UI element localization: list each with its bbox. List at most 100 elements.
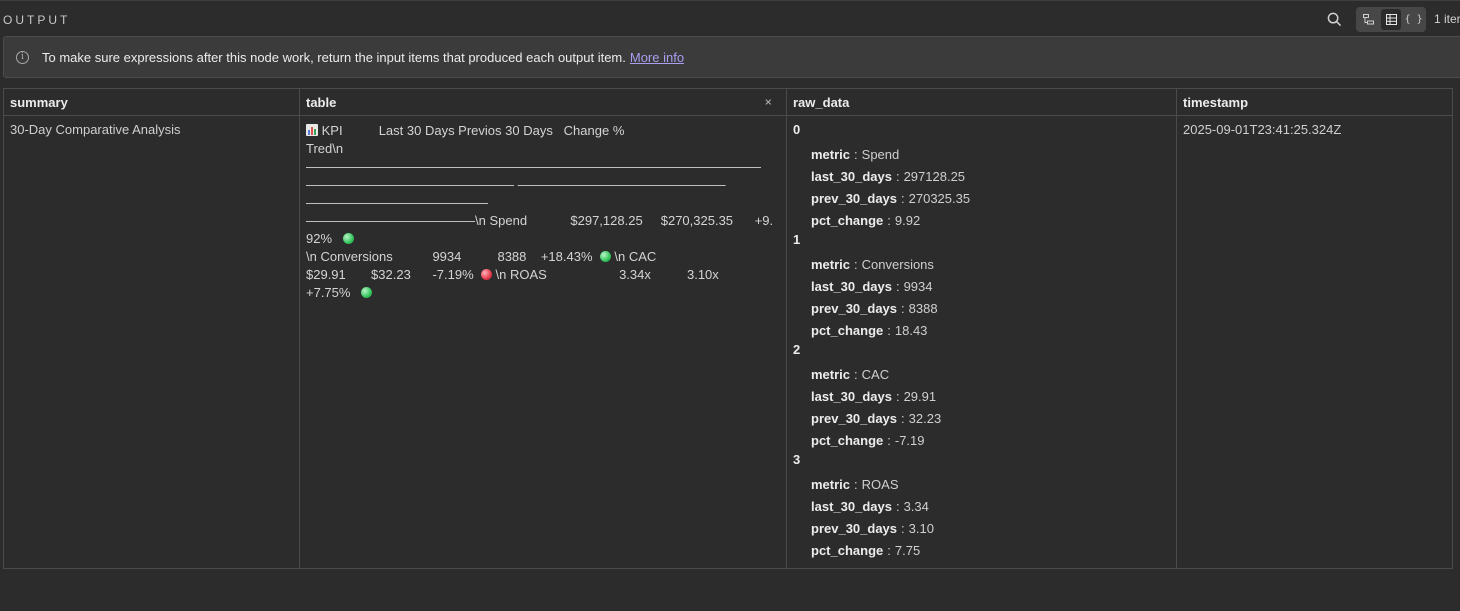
raw-data-value: 297128.25 [903,169,966,184]
raw-data-separator: : [854,367,858,382]
raw-data-key: last_30_days [811,499,892,514]
raw-data-separator: : [895,169,900,184]
raw-data-key: last_30_days [811,389,892,404]
raw-data-field-last-30-days: last_30_days:29.91 [793,386,1170,408]
raw-data-index: 2 [793,342,801,357]
raw-data-value: 8388 [908,301,938,316]
column-header-table[interactable]: table ⨯ [299,88,787,116]
raw-data-key: last_30_days [811,169,892,184]
raw-data-separator: : [895,499,900,514]
raw-data-field-last-30-days: last_30_days:297128.25 [793,166,1170,188]
table-line-cac: $29.91 $32.23 -7.19% [306,267,474,282]
raw-data-separator: : [887,433,891,448]
raw-data-value: 32.23 [908,411,942,426]
raw-data-value: Conversions [861,257,934,272]
panel-title: OUTPUT [3,13,71,27]
notice-message: To make sure expressions after this node… [42,49,626,65]
table-line-2: Tred\n——————————————————————————————————… [306,141,761,174]
raw-data-key: prev_30_days [811,411,898,426]
table-row: 30-Day Comparative Analysis KPI Last 30 … [3,115,1453,569]
raw-data-key: pct_change [811,213,884,228]
raw-data-separator: : [854,257,858,272]
column-header-table-label: table [306,94,337,110]
raw-data-index: 1 [793,232,801,247]
table-line-roas-change: +7.75% [306,285,351,300]
raw-data-separator: : [901,521,905,536]
raw-data-separator: : [854,477,858,492]
raw-data-key: metric [811,367,851,382]
raw-data-key: metric [811,477,851,492]
raw-data-separator: : [895,279,900,294]
output-table: summary table ⨯ raw_data timestamp 30-Da… [3,88,1453,569]
timestamp-value: 2025-09-01T23:41:25.324Z [1183,122,1342,137]
table-line-cac-label: \n CAC [614,249,657,264]
items-count: 1 iter [1434,12,1460,26]
table-line-3: ———————————————— ———————————————— ——————… [306,177,730,210]
raw-data-value: 29.91 [903,389,937,404]
raw-data-key: metric [811,257,851,272]
raw-data-value: CAC [861,367,890,382]
raw-data-field-prev-30-days: prev_30_days:3.10 [793,518,1170,540]
table-text: KPI Last 30 Days Previos 30 Days Change … [306,122,780,302]
raw-data-separator: : [887,213,891,228]
raw-data-value: 7.75 [894,543,921,558]
up-indicator-icon [342,233,354,244]
column-header-timestamp[interactable]: timestamp [1176,88,1453,116]
info-icon: i [16,50,29,64]
summary-cell[interactable]: 30-Day Comparative Analysis [3,115,300,569]
table-line-roas: \n ROAS 3.34x 3.10x [495,267,719,282]
json-view-button[interactable]: { } [1403,9,1424,30]
table-view-icon [1385,14,1397,25]
raw-data-field-metric: metric: Conversions [793,254,1170,276]
raw-data-key: prev_30_days [811,301,898,316]
raw-data-key: pct_change [811,433,884,448]
column-header-raw-data[interactable]: raw_data [786,88,1177,116]
raw-data-field-metric: metric: Spend [793,144,1170,166]
raw-data-field-pct-change: pct_change:18.43 [793,320,1170,342]
raw-data-separator: : [901,191,905,206]
raw-data-field-prev-30-days: prev_30_days:8388 [793,298,1170,320]
schema-view-button[interactable] [1358,9,1379,30]
raw-data-value: -7.19 [894,433,925,448]
raw-data-value: 3.10 [908,521,934,536]
table-header-line: KPI Last 30 Days Previos 30 Days Change … [321,123,625,138]
timestamp-cell[interactable]: 2025-09-01T23:41:25.324Z [1176,115,1453,569]
table-line-conversions: \n Conversions 9934 8388 +18.43% [306,249,593,264]
search-icon [1327,12,1341,26]
raw-data-key: prev_30_days [811,191,898,206]
up-indicator-icon [599,251,611,262]
raw-data-index: 0 [793,122,801,137]
raw-data-value: 18.43 [894,323,928,338]
raw-data-separator: : [901,411,905,426]
raw-data-field-pct-change: pct_change:7.75 [793,540,1170,562]
up-indicator-icon [361,287,373,298]
column-header-summary[interactable]: summary [3,88,300,116]
raw-data-key: last_30_days [811,279,892,294]
raw-data-separator: : [887,323,891,338]
bar-chart-icon [306,124,318,136]
search-button[interactable] [1324,9,1344,29]
more-info-link[interactable]: More info [630,50,684,65]
output-panel-header: OUTPUT { } 1 iter [0,0,1460,36]
raw-data-separator: : [887,543,891,558]
schema-view-icon [1362,14,1374,25]
raw-data-key: metric [811,147,851,162]
raw-data-key: prev_30_days [811,521,898,536]
table-view-button[interactable] [1380,9,1402,30]
raw-data-field-prev-30-days: prev_30_days:270325.35 [793,188,1170,210]
raw-data-value: 9934 [903,279,933,294]
raw-data-field-metric: metric: ROAS [793,474,1170,496]
raw-data-field-last-30-days: last_30_days:9934 [793,276,1170,298]
collapse-column-icon[interactable]: ⨯ [764,97,772,108]
table-cell[interactable]: KPI Last 30 Days Previos 30 Days Change … [299,115,787,569]
raw-data-separator: : [895,389,900,404]
raw-data-key: pct_change [811,323,884,338]
raw-data-separator: : [901,301,905,316]
table-header-row: summary table ⨯ raw_data timestamp [3,88,1453,116]
summary-value: 30-Day Comparative Analysis [10,122,181,137]
raw-data-field-pct-change: pct_change:9.92 [793,210,1170,232]
raw-data-index: 3 [793,452,801,467]
raw-data-cell[interactable]: 0 metric: Spend last_30_days:297128.25 prev_… [786,115,1177,569]
raw-data-value: 3.34 [903,499,929,514]
raw-data-separator: : [854,147,858,162]
